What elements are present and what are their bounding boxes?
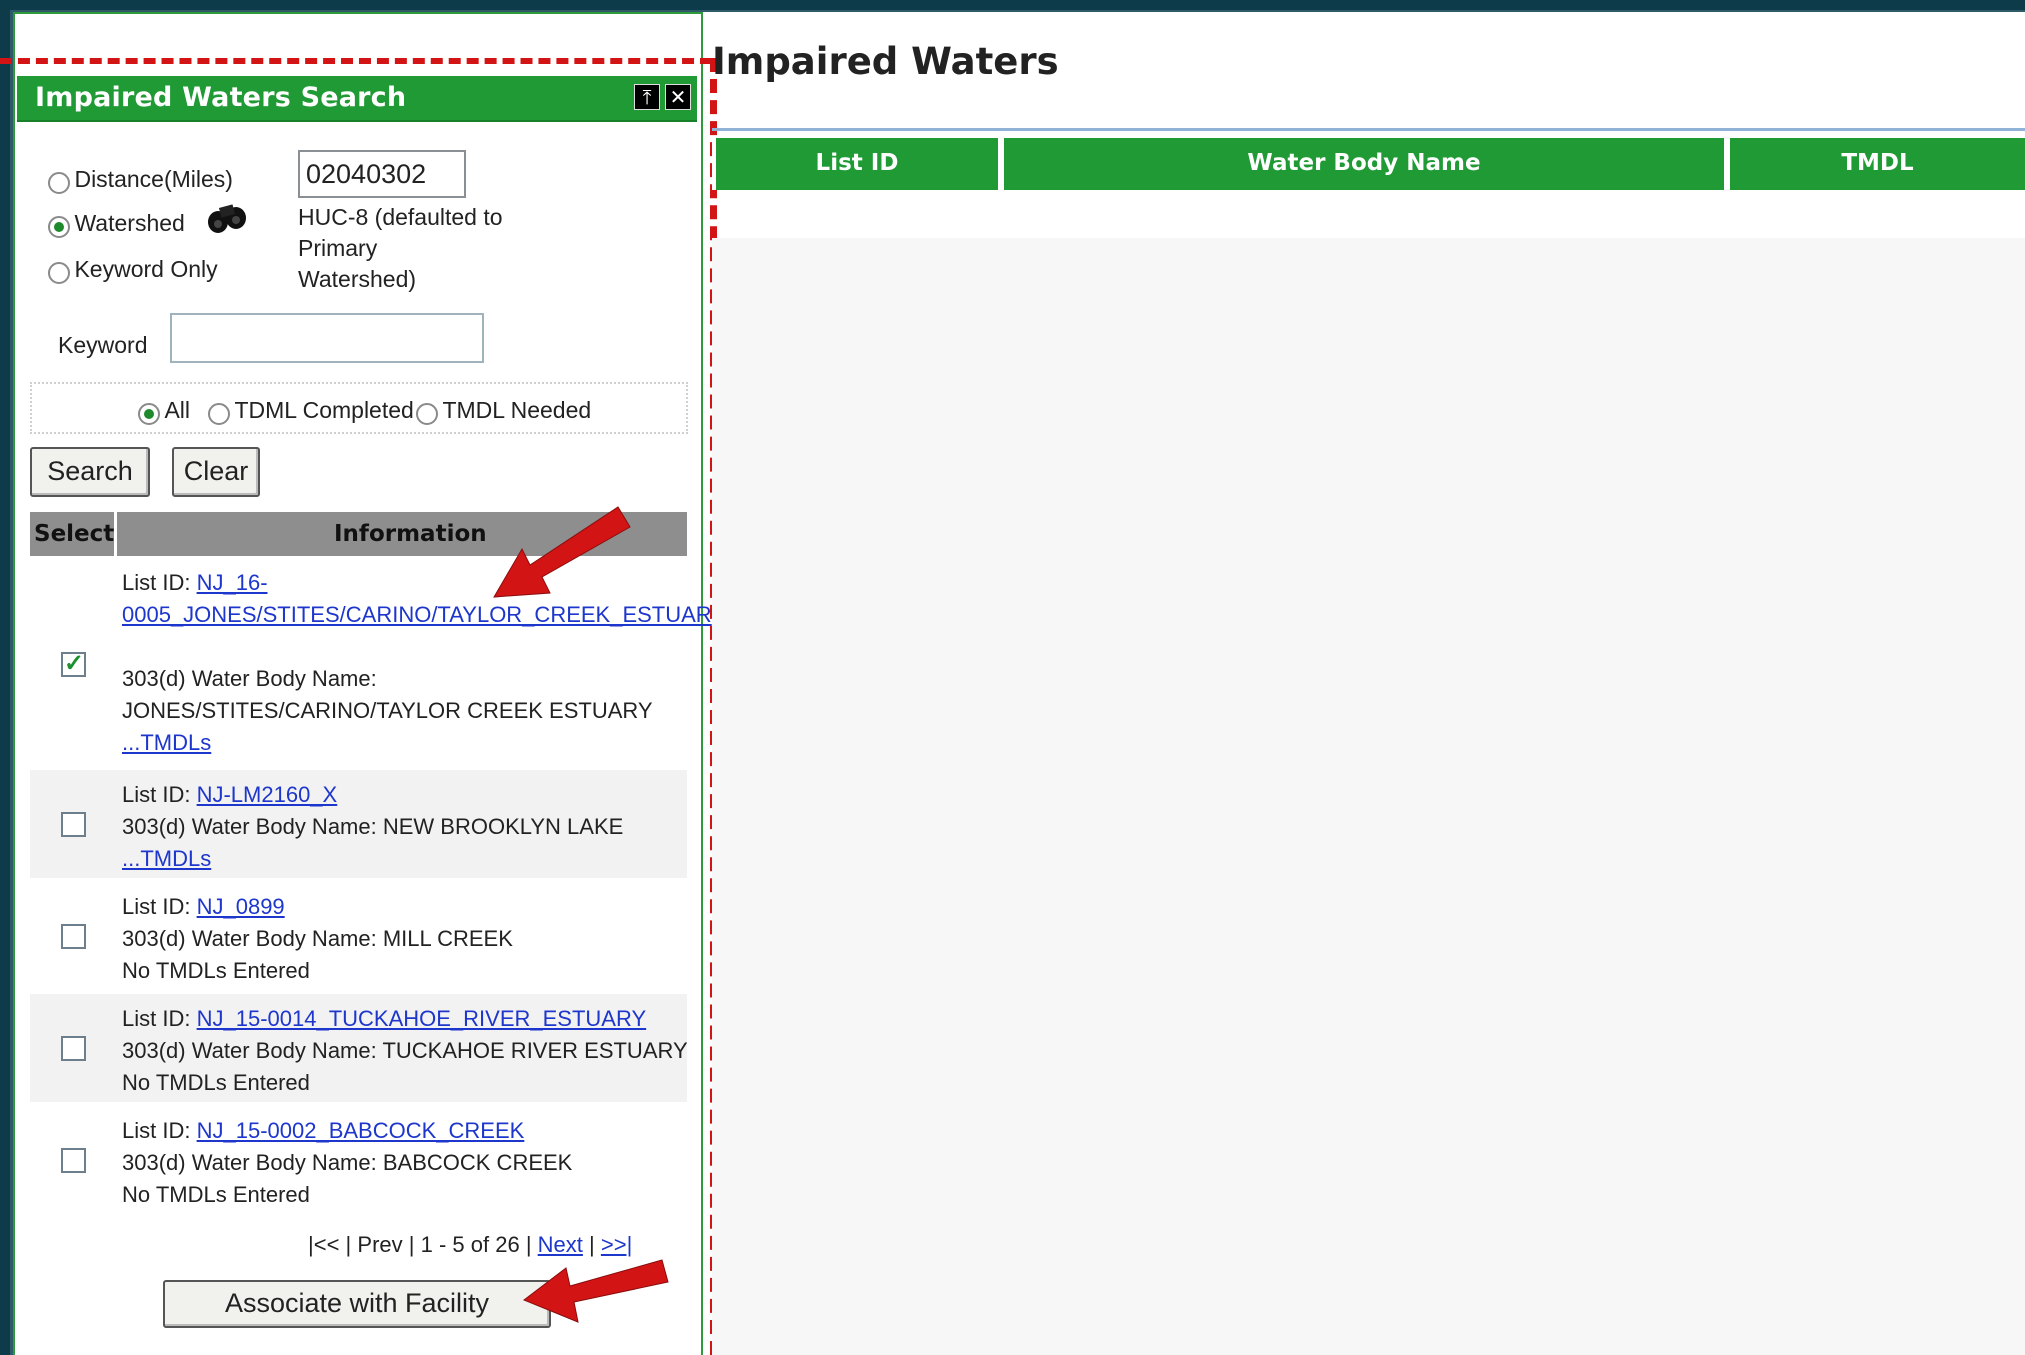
list-id-label: List ID:	[122, 782, 191, 807]
pager: |<< | Prev | 1 - 5 of 26 | Next | >>|	[308, 1232, 632, 1258]
row-checkbox[interactable]	[61, 1036, 86, 1061]
result-row: List ID: NJ_15-0014_TUCKAHOE_RIVER_ESTUA…	[30, 994, 688, 1102]
result-row: List ID: NJ-LM2160_X 303(d) Water Body N…	[30, 770, 687, 878]
clear-button[interactable]: Clear	[172, 447, 260, 497]
table-body	[712, 238, 2025, 1355]
radio-filter-needed[interactable]	[416, 402, 438, 425]
water-body-name: NEW BROOKLYN LAKE	[382, 814, 624, 839]
list-id-label: List ID:	[122, 1006, 191, 1031]
pager-sep: |	[408, 1232, 415, 1257]
row-checkbox[interactable]	[61, 812, 86, 837]
panel-title: Impaired Waters Search	[35, 82, 407, 113]
list-id-label: List ID:	[122, 894, 191, 919]
water-body-name: BABCOCK CREEK	[382, 1150, 573, 1175]
filter-needed-row[interactable]: TMDL Needed	[416, 397, 591, 425]
water-body-name: JONES/STITES/CARINO/TAYLOR CREEK ESTUARY	[122, 698, 653, 723]
list-id-link[interactable]: NJ_16-	[197, 570, 268, 595]
result-row: List ID: NJ_0899 303(d) Water Body Name:…	[30, 882, 687, 990]
pager-next[interactable]: Next	[538, 1232, 583, 1257]
water-body-name: MILL CREEK	[382, 926, 513, 951]
annotation-arrow-icon	[493, 506, 631, 598]
huc-note-1: HUC-8 (defaulted to	[298, 204, 503, 230]
panel-header: Impaired Waters Search ⤒ ✕	[17, 76, 697, 122]
tmdls-link[interactable]: ...TMDLs	[122, 730, 211, 755]
list-id-link-cont[interactable]: 0005_JONES/STITES/CARINO/TAYLOR_CREEK_ES…	[122, 602, 712, 627]
list-id-label: List ID:	[122, 1118, 191, 1143]
annotation-dashed-line	[0, 58, 712, 64]
binoculars-icon[interactable]	[206, 200, 248, 236]
annotation-arrow-icon	[523, 1259, 669, 1323]
water-body-label: 303(d) Water Body Name:	[122, 1038, 377, 1063]
radio-distance[interactable]	[48, 171, 70, 194]
col-tmdl[interactable]: TMDL	[1730, 138, 2025, 190]
radio-filter-all[interactable]	[138, 402, 160, 425]
tmdls-link[interactable]: ...TMDLs	[122, 846, 211, 871]
radio-filter-completed[interactable]	[208, 402, 230, 425]
huc-note-2: Primary	[298, 235, 378, 261]
radio-keyword[interactable]	[48, 261, 70, 284]
close-icon[interactable]: ✕	[665, 84, 691, 110]
search-button[interactable]: Search	[30, 447, 150, 497]
filter-needed-label: TMDL Needed	[442, 397, 592, 423]
water-body-label: 303(d) Water Body Name:	[122, 666, 377, 691]
huc-input[interactable]	[298, 150, 466, 198]
col-list-id[interactable]: List ID	[716, 138, 998, 190]
water-body-label: 303(d) Water Body Name:	[122, 926, 377, 951]
list-id-link[interactable]: NJ_15-0002_BABCOCK_CREEK	[197, 1118, 525, 1143]
radio-keyword-label: Keyword Only	[74, 256, 218, 282]
water-body-name: TUCKAHOE RIVER ESTUARY	[382, 1038, 688, 1063]
list-id-link[interactable]: NJ_15-0014_TUCKAHOE_RIVER_ESTUARY	[197, 1006, 647, 1031]
table-header: List ID Water Body Name TMDL	[712, 138, 2025, 190]
filter-all-label: All	[164, 397, 191, 423]
page-title: Impaired Waters	[712, 40, 1059, 83]
list-id-label: List ID:	[122, 570, 191, 595]
water-body-label: 303(d) Water Body Name:	[122, 814, 377, 839]
pin-icon[interactable]: ⤒	[634, 84, 660, 110]
pager-last[interactable]: >>|	[601, 1232, 632, 1257]
result-row: List ID: NJ_15-0002_BABCOCK_CREEK 303(d)…	[30, 1106, 687, 1214]
tmdl-status: No TMDLs Entered	[122, 958, 310, 983]
filter-completed-label: TDML Completed	[234, 397, 414, 423]
list-id-link[interactable]: NJ_0899	[197, 894, 285, 919]
row-checkbox[interactable]	[61, 924, 86, 949]
pager-range: 1 - 5 of 26	[420, 1232, 520, 1257]
col-water-body-name[interactable]: Water Body Name	[1004, 138, 1724, 190]
radio-watershed[interactable]	[48, 215, 70, 238]
pager-first: |<<	[308, 1232, 340, 1257]
radio-watershed-row[interactable]: Watershed	[48, 210, 185, 238]
radio-watershed-label: Watershed	[74, 210, 185, 236]
associate-facility-button[interactable]: Associate with Facility	[163, 1280, 551, 1328]
col-select: Select	[34, 521, 115, 547]
keyword-input[interactable]	[170, 313, 484, 363]
filter-all-row[interactable]: All	[138, 397, 190, 425]
pager-sep: |	[345, 1232, 352, 1257]
tmdl-status: No TMDLs Entered	[122, 1182, 310, 1207]
radio-distance-row[interactable]: Distance(Miles)	[48, 166, 233, 194]
pager-prev: Prev	[357, 1232, 403, 1257]
list-id-link[interactable]: NJ-LM2160_X	[197, 782, 338, 807]
col-information: Information	[334, 521, 487, 547]
keyword-label: Keyword	[58, 332, 148, 358]
huc-note-3: Watershed)	[298, 266, 417, 292]
filter-completed-row[interactable]: TDML Completed	[208, 397, 414, 425]
row-checkbox[interactable]	[61, 1148, 86, 1173]
pager-sep: |	[525, 1232, 532, 1257]
water-body-label: 303(d) Water Body Name:	[122, 1150, 377, 1175]
radio-distance-label: Distance(Miles)	[74, 166, 233, 192]
pager-sep: |	[589, 1232, 595, 1257]
radio-keyword-row[interactable]: Keyword Only	[48, 256, 218, 284]
row-checkbox[interactable]	[61, 649, 86, 678]
tmdl-status: No TMDLs Entered	[122, 1070, 310, 1095]
header-divider	[114, 512, 117, 556]
divider	[712, 128, 2025, 131]
